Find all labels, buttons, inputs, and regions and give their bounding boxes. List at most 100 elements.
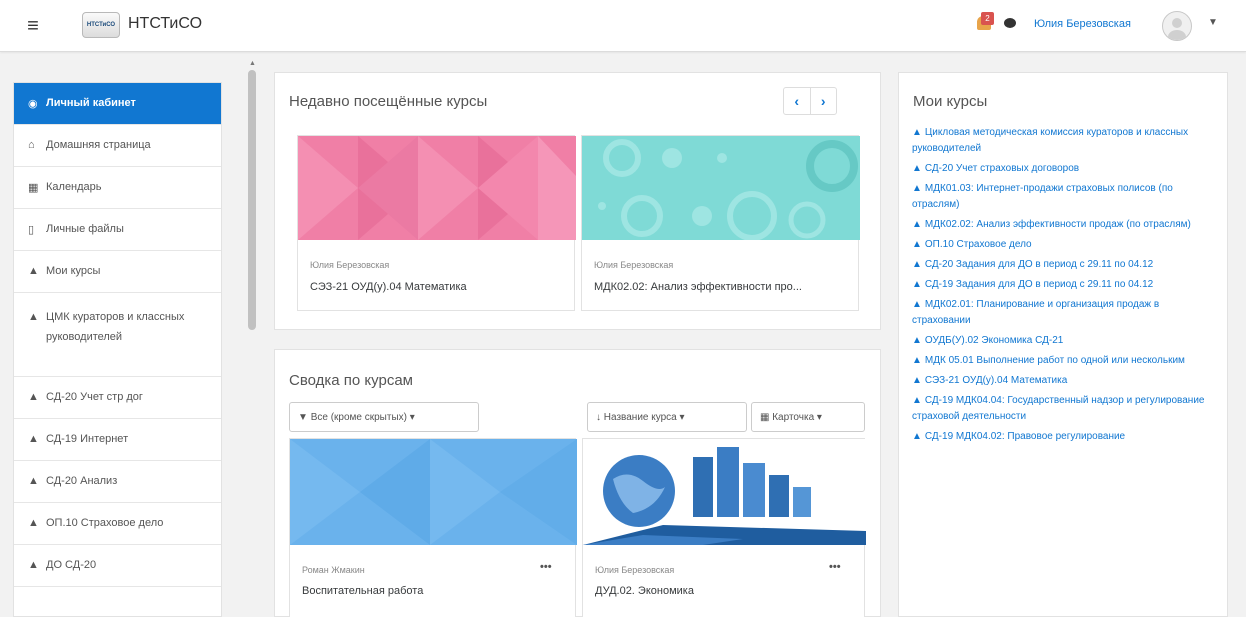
- course-filter-dropdown[interactable]: ▼ Все (кроме скрытых) ▾: [289, 402, 479, 432]
- course-link[interactable]: ▲ СЭЗ-21 ОУД(у).04 Математика: [912, 373, 1217, 389]
- avatar[interactable]: [1162, 11, 1192, 41]
- filter-icon: ▼: [298, 412, 308, 423]
- drawer-item-label: Мои курсы: [46, 265, 101, 277]
- course-link[interactable]: ▲ МДК02.01: Планирование и организация пр…: [912, 297, 1217, 329]
- graduation-cap-icon: ▲: [28, 559, 39, 571]
- block-title: Мои курсы: [913, 93, 988, 110]
- drawer-item-label: ОП.10 Страховое дело: [46, 517, 164, 529]
- drawer-item-dashboard[interactable]: ◉ Личный кабинет: [14, 83, 221, 125]
- course-image: [583, 439, 866, 545]
- drawer-item-course[interactable]: ▲ СД-20 Учет стр дог: [14, 377, 221, 419]
- top-navbar: ≡ НТСТиСО НТСТиСО 2 Юлия Березовская ▼: [0, 0, 1246, 52]
- course-name[interactable]: СЭЗ-21 ОУД(у).04 Математика: [310, 281, 565, 293]
- carousel-nav: ‹ ›: [783, 87, 837, 115]
- dashboard-icon: ◉: [28, 98, 38, 110]
- drawer-item-course[interactable]: ▲ СД-20 Анализ: [14, 461, 221, 503]
- calendar-icon: ▦: [28, 182, 39, 194]
- drawer-item-home[interactable]: ⌂ Домашняя страница: [14, 125, 221, 167]
- course-link[interactable]: ▲ МДК02.02: Анализ эффективности продаж (…: [912, 217, 1217, 233]
- course-teacher: Юлия Березовская: [594, 260, 674, 270]
- graduation-cap-icon: ▲: [912, 375, 922, 386]
- course-card[interactable]: Юлия Березовская ••• ДУД.02. Экономика: [582, 438, 866, 617]
- scrollbar-thumb[interactable]: [248, 70, 256, 330]
- more-options-icon[interactable]: •••: [829, 561, 841, 573]
- course-name[interactable]: МДК02.02: Анализ эффективности про...: [594, 281, 849, 293]
- course-view-dropdown[interactable]: ▦ Карточка ▾: [751, 402, 865, 432]
- grid-icon: ▦: [760, 412, 770, 423]
- block-title: Сводка по курсам: [289, 372, 413, 389]
- graduation-cap-icon: ▲: [912, 279, 922, 290]
- course-teacher: Роман Жмакин: [302, 565, 365, 575]
- graduation-cap-icon: ▲: [912, 431, 922, 442]
- sort-icon: ↓: [596, 412, 601, 423]
- drawer-item-label: Личный кабинет: [46, 97, 136, 109]
- drawer-item-calendar[interactable]: ▦ Календарь: [14, 167, 221, 209]
- course-link[interactable]: ▲ МДК 05.01 Выполнение работ по одной или…: [912, 353, 1217, 369]
- graduation-cap-icon: ▲: [28, 433, 39, 445]
- graduation-cap-icon: ▲: [28, 391, 39, 403]
- hamburger-menu-icon[interactable]: ≡: [22, 16, 44, 36]
- course-view-label: Карточка: [772, 412, 815, 423]
- chevron-down-icon[interactable]: ▼: [1208, 17, 1218, 28]
- scroll-up-arrow-icon[interactable]: ▲: [249, 60, 256, 67]
- messages-icon[interactable]: [1004, 18, 1016, 28]
- drawer-item-label: ДО СД-20: [46, 559, 97, 571]
- drawer-item-label: ЦМК кураторов и классных руководителей: [46, 311, 185, 343]
- graduation-cap-icon: ▲: [912, 395, 922, 406]
- user-name[interactable]: Юлия Березовская: [1034, 18, 1131, 30]
- my-courses-block: Мои курсы ▲ Цикловая методическая комисси…: [898, 72, 1228, 617]
- course-link[interactable]: ▲ СД-20 Учет страховых договоров: [912, 161, 1217, 177]
- drawer-item-course[interactable]: ▲ СД-19 Интернет: [14, 419, 221, 461]
- chevron-left-icon[interactable]: ‹: [784, 88, 810, 114]
- course-link[interactable]: ▲ СД-20 Задания для ДО в период с 29.11 п…: [912, 257, 1217, 273]
- graduation-cap-icon: ▲: [28, 475, 39, 487]
- chevron-down-icon: ▾: [679, 412, 685, 423]
- graduation-cap-icon: ▲: [912, 299, 922, 310]
- drawer-item-label: Календарь: [46, 181, 102, 193]
- more-options-icon[interactable]: •••: [540, 561, 552, 573]
- graduation-cap-icon: ▲: [912, 183, 922, 194]
- graduation-cap-icon: ▲: [912, 335, 922, 346]
- notifications-button[interactable]: 2: [977, 12, 994, 30]
- course-card[interactable]: Роман Жмакин ••• Воспитательная работа: [289, 438, 577, 617]
- graduation-cap-icon: ▲: [28, 311, 39, 323]
- drawer-item-my-courses[interactable]: ▲ Мои курсы: [14, 251, 221, 293]
- drawer-item-label: Личные файлы: [46, 223, 124, 235]
- graduation-cap-icon: ▲: [28, 517, 39, 529]
- course-link[interactable]: ▲ Цикловая методическая комиссия кураторо…: [912, 125, 1217, 157]
- graduation-cap-icon: ▲: [28, 265, 39, 277]
- course-link[interactable]: ▲ СД-19 МДК04.04: Государственный надзор …: [912, 393, 1217, 425]
- drawer-item-course[interactable]: ▲ ОП.10 Страховое дело: [14, 503, 221, 545]
- course-card[interactable]: Юлия Березовская СЭЗ-21 ОУД(у).04 Матема…: [297, 135, 576, 311]
- site-name[interactable]: НТСТиСО: [128, 15, 202, 33]
- course-sort-dropdown[interactable]: ↓ Название курса ▾: [587, 402, 747, 432]
- course-link[interactable]: ▲ СД-19 Задания для ДО в период с 29.11 п…: [912, 277, 1217, 293]
- course-link[interactable]: ▲ МДК01.03: Интернет-продажи страховых по…: [912, 181, 1217, 213]
- course-link[interactable]: ▲ СД-19 МДК04.02: Правовое регулирование: [912, 429, 1217, 445]
- drawer-scrollbar[interactable]: ▲: [246, 60, 258, 617]
- course-name[interactable]: ДУД.02. Экономика: [595, 585, 850, 597]
- graduation-cap-icon: ▲: [912, 239, 922, 250]
- drawer-item-course[interactable]: ▲ ЦМК кураторов и классных руководителей: [14, 293, 221, 377]
- course-filter-label: Все (кроме скрытых): [310, 412, 407, 423]
- drawer-item-label: СД-19 Интернет: [46, 433, 129, 445]
- chevron-right-icon[interactable]: ›: [809, 88, 837, 114]
- course-link[interactable]: ▲ ОП.10 Страховое дело: [912, 237, 1217, 253]
- site-logo[interactable]: НТСТиСО: [82, 12, 120, 38]
- course-card[interactable]: Юлия Березовская МДК02.02: Анализ эффект…: [581, 135, 860, 311]
- drawer-item-label: СД-20 Учет стр дог: [46, 391, 143, 403]
- course-teacher: Юлия Березовская: [595, 565, 675, 575]
- block-title: Недавно посещённые курсы: [289, 93, 488, 110]
- graduation-cap-icon: ▲: [912, 163, 922, 174]
- drawer-item-label: СД-20 Анализ: [46, 475, 118, 487]
- drawer-item-course[interactable]: ▲ ДО СД-20: [14, 545, 221, 587]
- my-courses-list: ▲ Цикловая методическая комиссия кураторо…: [912, 125, 1217, 449]
- course-sort-label: Название курса: [603, 412, 677, 423]
- graduation-cap-icon: ▲: [912, 259, 922, 270]
- graduation-cap-icon: ▲: [912, 127, 922, 138]
- course-link[interactable]: ▲ ОУДБ(У).02 Экономика СД-21: [912, 333, 1217, 349]
- drawer-item-private-files[interactable]: ▯ Личные файлы: [14, 209, 221, 251]
- course-name[interactable]: Воспитательная работа: [302, 585, 562, 597]
- chevron-down-icon: ▾: [816, 412, 822, 423]
- home-icon: ⌂: [28, 139, 35, 151]
